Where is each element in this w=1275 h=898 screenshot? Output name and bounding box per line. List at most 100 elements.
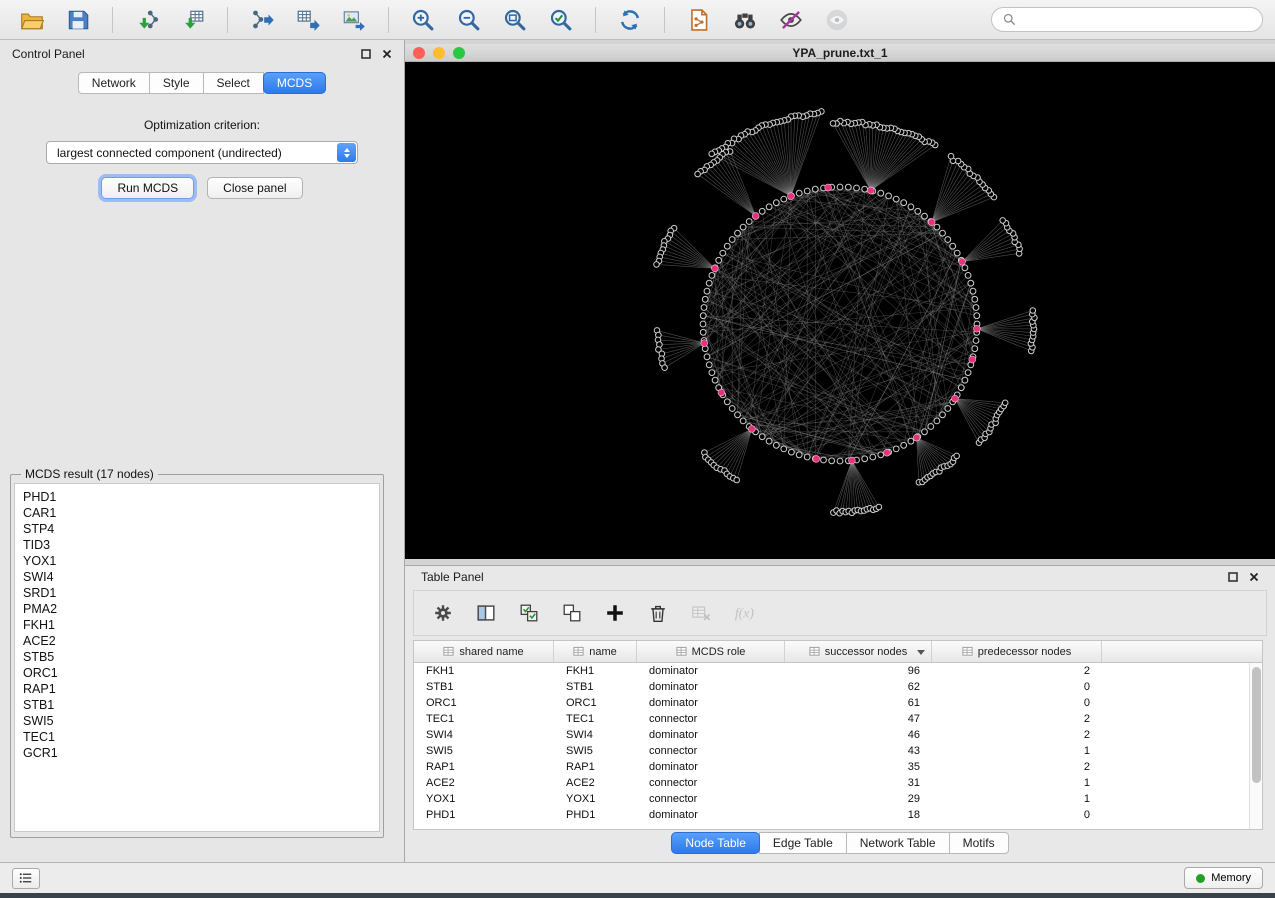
table-panel-header: Table Panel: [405, 566, 1275, 588]
mcds-result-item[interactable]: TID3: [23, 537, 379, 553]
table-close-panel-icon[interactable]: [1249, 572, 1259, 582]
mcds-result-item[interactable]: STB5: [23, 649, 379, 665]
mcds-result-item[interactable]: PHD1: [23, 489, 379, 505]
mcds-result-group: MCDS result (17 nodes) PHD1CAR1STP4TID3Y…: [10, 467, 384, 838]
memory-button[interactable]: Memory: [1184, 867, 1263, 889]
close-mcds-panel-button[interactable]: Close panel: [207, 177, 302, 199]
export-network-button[interactable]: [242, 4, 282, 36]
mcds-result-item[interactable]: CAR1: [23, 505, 379, 521]
export-image-button[interactable]: [334, 4, 374, 36]
mcds-result-item[interactable]: SRD1: [23, 585, 379, 601]
delete-columns-button[interactable]: [645, 600, 671, 626]
table-row[interactable]: SWI4SWI4dominator462: [414, 727, 1262, 743]
create-new-column-button[interactable]: [602, 600, 628, 626]
cell-predecessor-nodes: 0: [932, 697, 1102, 709]
column-header-mcds-role[interactable]: MCDS role: [637, 641, 785, 662]
table-row[interactable]: STB1STB1dominator620: [414, 679, 1262, 695]
function-builder-button[interactable]: f(x): [731, 600, 757, 626]
cell-mcds-role: connector: [637, 777, 785, 789]
table-mode-settings-button[interactable]: [430, 600, 456, 626]
window-close-button[interactable]: [413, 47, 425, 59]
select-all-rows-button[interactable]: [516, 600, 542, 626]
table-tab-motifs[interactable]: Motifs: [949, 832, 1009, 854]
tab-mcds[interactable]: MCDS: [263, 72, 326, 94]
export-image-icon: [341, 7, 367, 33]
show-columns-button[interactable]: [473, 600, 499, 626]
optimization-dropdown[interactable]: largest connected component (undirected): [46, 141, 358, 164]
mcds-result-item[interactable]: GCR1: [23, 745, 379, 761]
mcds-result-item[interactable]: PMA2: [23, 601, 379, 617]
cell-name: PHD1: [554, 809, 637, 821]
control-panel: Control Panel NetworkStyleSelectMCDS Opt…: [0, 40, 405, 862]
table-row[interactable]: YOX1YOX1connector291: [414, 791, 1262, 807]
zoom-out-button[interactable]: [449, 4, 489, 36]
status-options-button[interactable]: [12, 868, 40, 889]
save-session-button[interactable]: [58, 4, 98, 36]
window-minimize-button[interactable]: [433, 47, 445, 59]
import-network-from-file-button[interactable]: [127, 4, 167, 36]
optimization-dropdown-value: largest connected component (undirected): [57, 146, 282, 160]
float-window-icon[interactable]: [361, 49, 371, 59]
close-panel-icon[interactable]: [382, 49, 392, 59]
find-network-button[interactable]: [725, 4, 765, 36]
column-header-shared-name[interactable]: shared name: [414, 641, 554, 662]
mcds-result-item[interactable]: RAP1: [23, 681, 379, 697]
table-row[interactable]: RAP1RAP1dominator352: [414, 759, 1262, 775]
tab-select[interactable]: Select: [203, 72, 264, 94]
table-tab-node-table[interactable]: Node Table: [671, 832, 760, 854]
delete-table-button[interactable]: [688, 600, 714, 626]
optimization-criterion-label: Optimization criterion:: [0, 118, 404, 132]
network-canvas[interactable]: [405, 62, 1275, 559]
table-row[interactable]: ACE2ACE2connector311: [414, 775, 1262, 791]
zoom-in-button[interactable]: [403, 4, 443, 36]
tab-network[interactable]: Network: [78, 72, 150, 94]
mcds-result-item[interactable]: TEC1: [23, 729, 379, 745]
open-icon: [19, 7, 45, 33]
window-zoom-button[interactable]: [453, 47, 465, 59]
mcds-result-list[interactable]: PHD1CAR1STP4TID3YOX1SWI4SRD1PMA2FKH1ACE2…: [14, 483, 380, 832]
table-tab-network-table[interactable]: Network Table: [846, 832, 950, 854]
fit-content-button[interactable]: [495, 4, 535, 36]
zoom-selected-button[interactable]: [541, 4, 581, 36]
table-tab-edge-table[interactable]: Edge Table: [759, 832, 847, 854]
column-menu-chevron-icon[interactable]: [917, 650, 925, 655]
mcds-result-item[interactable]: ORC1: [23, 665, 379, 681]
hide-panel-button[interactable]: [771, 4, 811, 36]
column-header-predecessor-nodes[interactable]: predecessor nodes: [932, 641, 1102, 662]
mcds-result-item[interactable]: SWI4: [23, 569, 379, 585]
run-mcds-button[interactable]: Run MCDS: [101, 177, 194, 199]
preview-button[interactable]: [817, 4, 857, 36]
mcds-result-item[interactable]: ACE2: [23, 633, 379, 649]
open-session-button[interactable]: [12, 4, 52, 36]
mcds-result-item[interactable]: STB1: [23, 697, 379, 713]
table-row[interactable]: PHD1PHD1dominator180: [414, 807, 1262, 823]
mcds-result-item[interactable]: FKH1: [23, 617, 379, 633]
zoom-selected-icon: [548, 7, 574, 33]
table-row[interactable]: SWI5SWI5connector431: [414, 743, 1262, 759]
mcds-result-item[interactable]: YOX1: [23, 553, 379, 569]
cell-predecessor-nodes: 0: [932, 681, 1102, 693]
column-header-successor-nodes[interactable]: successor nodes: [785, 641, 932, 662]
apply-preferred-layout-button[interactable]: [610, 4, 650, 36]
table-row[interactable]: ORC1ORC1dominator610: [414, 695, 1262, 711]
mcds-result-item[interactable]: STP4: [23, 521, 379, 537]
control-panel-header: Control Panel: [0, 40, 404, 68]
column-header-name[interactable]: name: [554, 641, 637, 662]
cell-successor-nodes: 46: [785, 729, 932, 741]
import-table-from-file-button[interactable]: [173, 4, 213, 36]
table-row[interactable]: FKH1FKH1dominator962: [414, 663, 1262, 679]
sort-icon: [962, 646, 973, 657]
search-box[interactable]: [991, 7, 1263, 32]
mcds-result-item[interactable]: SWI5: [23, 713, 379, 729]
share-network-button[interactable]: [679, 4, 719, 36]
mcds-action-buttons: Run MCDS Close panel: [0, 177, 404, 199]
table-scrollbar-thumb[interactable]: [1252, 667, 1261, 783]
tab-style[interactable]: Style: [149, 72, 204, 94]
export-table-button[interactable]: [288, 4, 328, 36]
table-scrollbar[interactable]: [1249, 663, 1262, 829]
cell-mcds-role: dominator: [637, 761, 785, 773]
deselect-all-rows-button[interactable]: [559, 600, 585, 626]
table-row[interactable]: TEC1TEC1connector472: [414, 711, 1262, 727]
search-input[interactable]: [1023, 13, 1252, 27]
table-float-window-icon[interactable]: [1228, 572, 1238, 582]
